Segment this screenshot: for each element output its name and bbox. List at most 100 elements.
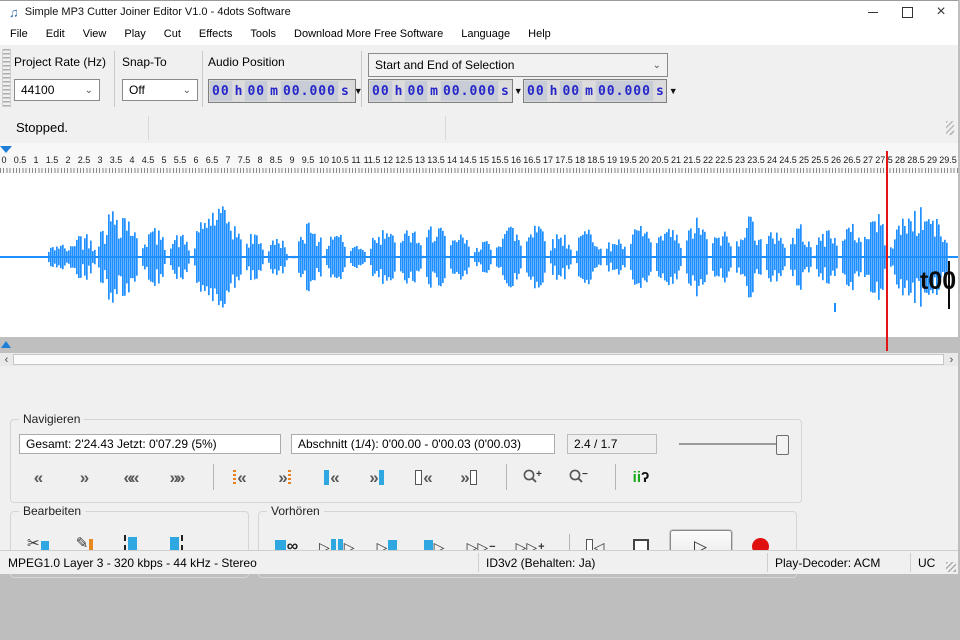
ruler-tick-label: 16.5 bbox=[523, 155, 541, 165]
time-digits: 00 bbox=[560, 81, 582, 101]
ruler-tick-label: 5.5 bbox=[174, 155, 187, 165]
maximize-button[interactable] bbox=[890, 1, 924, 23]
menu-item-file[interactable]: File bbox=[0, 23, 37, 45]
ruler-tick-label: 26.5 bbox=[843, 155, 861, 165]
ruler-tick-label: 11 bbox=[351, 155, 360, 165]
ruler-tick-label: 1.5 bbox=[46, 155, 59, 165]
zoom-out-button[interactable]: − bbox=[561, 464, 595, 490]
go-to-end-button[interactable]: » bbox=[268, 464, 302, 490]
app-window: ♫ Simple MP3 Cutter Joiner Editor V1.0 -… bbox=[0, 0, 958, 574]
menu-item-language[interactable]: Language bbox=[452, 23, 519, 45]
go-selection-end-button[interactable]: » bbox=[360, 464, 394, 490]
audio-position-display[interactable]: 00h00m00.000s▼ bbox=[208, 79, 356, 103]
step-forward-button[interactable]: » bbox=[67, 464, 101, 490]
close-button[interactable]: × bbox=[924, 1, 958, 23]
menu-item-help[interactable]: Help bbox=[519, 23, 560, 45]
ruler-tick-label: 22.5 bbox=[715, 155, 733, 165]
time-digits: 00.000 bbox=[281, 81, 338, 101]
navigate-total-field: Gesamt: 2'24.43 Jetzt: 0'07.29 (5%) bbox=[19, 434, 281, 454]
go-section-end-button[interactable]: » bbox=[452, 464, 486, 490]
ruler-tick-label: 8.5 bbox=[270, 155, 283, 165]
ruler-tick-label: 29 bbox=[927, 155, 937, 165]
ruler-tick-label: 0 bbox=[1, 155, 6, 165]
ruler-tick-label: 20 bbox=[639, 155, 649, 165]
scrollbar-thumb[interactable] bbox=[13, 354, 944, 365]
ruler-tick-label: 16 bbox=[511, 155, 521, 165]
slider-track bbox=[679, 443, 789, 445]
playhead-marker-top-icon[interactable] bbox=[0, 146, 12, 153]
navigate-section-field: Abschnitt (1/4): 0'00.00 - 0'00.03 (0'00… bbox=[291, 434, 555, 454]
ruler-tick-label: 23.5 bbox=[747, 155, 765, 165]
close-icon: × bbox=[936, 4, 945, 20]
project-rate-combobox[interactable]: 44100 ⌄ bbox=[14, 79, 100, 101]
step-back-button[interactable]: « bbox=[21, 464, 55, 490]
navigate-slider[interactable] bbox=[679, 434, 791, 454]
navigate-groupbox: Navigieren Gesamt: 2'24.43 Jetzt: 0'07.2… bbox=[10, 419, 802, 503]
svg-text:+: + bbox=[536, 469, 542, 480]
toolbar-grip[interactable] bbox=[2, 49, 11, 107]
ruler-tick-label: 26 bbox=[831, 155, 841, 165]
timeline-ruler[interactable]: 00.511.522.533.544.555.566.577.588.599.5… bbox=[0, 143, 958, 174]
snap-to-combobox[interactable]: Off ⌄ bbox=[122, 79, 198, 101]
ruler-tick-label: 3.5 bbox=[110, 155, 123, 165]
scroll-left-icon[interactable]: ‹ bbox=[0, 353, 13, 366]
horizontal-scrollbar[interactable]: ‹ › bbox=[0, 353, 958, 367]
project-rate-label: Project Rate (Hz) bbox=[14, 55, 106, 69]
ruler-tick-label: 3 bbox=[97, 155, 102, 165]
selection-end-display[interactable]: 00h00m00.000s▼ bbox=[523, 79, 667, 103]
go-selection-start-button[interactable]: « bbox=[314, 464, 348, 490]
ruler-tick-label: 4.5 bbox=[142, 155, 155, 165]
button-separator bbox=[506, 464, 507, 490]
ruler-tick-label: 9.5 bbox=[302, 155, 315, 165]
ruler-tick-label: 10.5 bbox=[331, 155, 349, 165]
playhead-marker-bottom-icon[interactable] bbox=[1, 341, 11, 348]
selection-mode-combobox[interactable]: Start and End of Selection ⌄ bbox=[368, 53, 668, 77]
time-unit: s bbox=[499, 81, 511, 101]
scroll-right-icon[interactable]: › bbox=[945, 353, 958, 366]
go-to-start-button[interactable]: « bbox=[222, 464, 256, 490]
menu-item-edit[interactable]: Edit bbox=[37, 23, 74, 45]
time-digits: 00 bbox=[525, 81, 547, 101]
ruler-tick-label: 29.5 bbox=[939, 155, 957, 165]
menu-item-tools[interactable]: Tools bbox=[241, 23, 285, 45]
time-unit: s bbox=[339, 81, 351, 101]
menu-item-effects[interactable]: Effects bbox=[190, 23, 241, 45]
snap-to-label: Snap-To bbox=[122, 55, 167, 69]
page-forward-button[interactable]: »» bbox=[159, 464, 193, 490]
audio-position-label: Audio Position bbox=[208, 55, 285, 69]
snap-to-value: Off bbox=[129, 83, 145, 97]
time-digits: 00.000 bbox=[441, 81, 498, 101]
page-back-button[interactable]: «« bbox=[113, 464, 147, 490]
menu-item-download-more-free-software[interactable]: Download More Free Software bbox=[285, 23, 452, 45]
selection-mode-value: Start and End of Selection bbox=[375, 58, 514, 72]
zoom-in-button[interactable]: + bbox=[515, 464, 549, 490]
status-separator bbox=[445, 116, 446, 140]
ruler-tick-label: 21.5 bbox=[683, 155, 701, 165]
status-bar: MPEG1.0 Layer 3 - 320 kbps - 44 kHz - St… bbox=[0, 550, 958, 574]
dropdown-arrow-icon[interactable]: ▼ bbox=[352, 86, 365, 96]
menu-item-play[interactable]: Play bbox=[115, 23, 154, 45]
ruler-tick-label: 27.5 bbox=[875, 155, 893, 165]
button-separator bbox=[615, 464, 616, 490]
waveform-area[interactable]: t00 bbox=[0, 173, 958, 337]
dropdown-arrow-icon[interactable]: ▼ bbox=[667, 86, 680, 96]
playback-cursor[interactable] bbox=[886, 151, 888, 351]
ruler-tick-label: 28.5 bbox=[907, 155, 925, 165]
waveform-clipped-label: t00 bbox=[920, 267, 956, 296]
waveform-marker-line bbox=[948, 261, 950, 309]
minimize-icon bbox=[868, 12, 878, 13]
ruler-tick-label: 25.5 bbox=[811, 155, 829, 165]
transport-status-row: Stopped. bbox=[0, 113, 958, 144]
ruler-tick-label: 15 bbox=[479, 155, 489, 165]
go-section-start-button[interactable]: « bbox=[406, 464, 440, 490]
menu-item-cut[interactable]: Cut bbox=[155, 23, 190, 45]
slider-thumb[interactable] bbox=[776, 435, 789, 455]
ruler-tick-label: 9 bbox=[289, 155, 294, 165]
maximize-icon bbox=[902, 7, 913, 18]
minimize-button[interactable] bbox=[856, 1, 890, 23]
selection-start-display[interactable]: 00h00m00.000s▼ bbox=[368, 79, 513, 103]
resume-position-button[interactable]: iiʔ bbox=[624, 464, 658, 490]
toolbar-separator bbox=[114, 51, 115, 107]
menu-item-view[interactable]: View bbox=[74, 23, 116, 45]
ruler-tick-label: 20.5 bbox=[651, 155, 669, 165]
